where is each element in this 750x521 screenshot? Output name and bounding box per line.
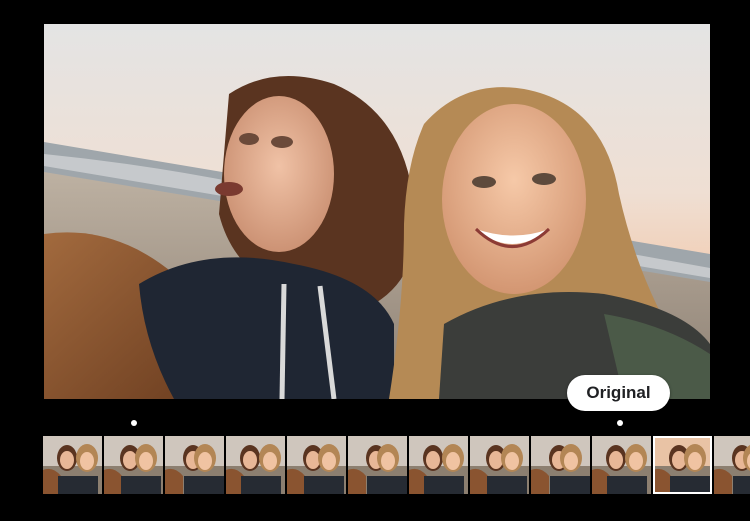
frame-thumbnail (104, 436, 163, 494)
filmstrip-frame[interactable] (348, 436, 407, 494)
filmstrip-frame[interactable] (592, 436, 651, 494)
selected-frame-marker-dot (617, 420, 623, 426)
filmstrip-frame[interactable] (226, 436, 285, 494)
frame-thumbnail (592, 436, 651, 494)
frame-marker-dot (131, 420, 137, 426)
filmstrip-frame[interactable] (104, 436, 163, 494)
frame-thumbnail (43, 436, 102, 494)
frame-filmstrip (43, 436, 750, 494)
frame-thumbnail (470, 436, 529, 494)
filmstrip-frame[interactable] (287, 436, 346, 494)
frame-thumbnail (165, 436, 224, 494)
filmstrip-frame[interactable] (531, 436, 590, 494)
original-button[interactable]: Original (567, 375, 670, 411)
filmstrip-frame[interactable] (43, 436, 102, 494)
filmstrip-frame[interactable] (165, 436, 224, 494)
main-photo (44, 24, 710, 399)
filmstrip-frame[interactable] (714, 436, 750, 494)
frame-thumbnail (409, 436, 468, 494)
frame-thumbnail (287, 436, 346, 494)
photo-scene (44, 24, 710, 399)
frame-thumbnail (531, 436, 590, 494)
frame-thumbnail (714, 436, 750, 494)
frame-thumbnail (348, 436, 407, 494)
photo-viewer: Original (0, 0, 750, 521)
frame-thumbnail (226, 436, 285, 494)
frame-thumbnail (653, 436, 712, 494)
filmstrip-frame[interactable] (470, 436, 529, 494)
filmstrip-frame-selected[interactable] (653, 436, 712, 494)
filmstrip-frame[interactable] (409, 436, 468, 494)
